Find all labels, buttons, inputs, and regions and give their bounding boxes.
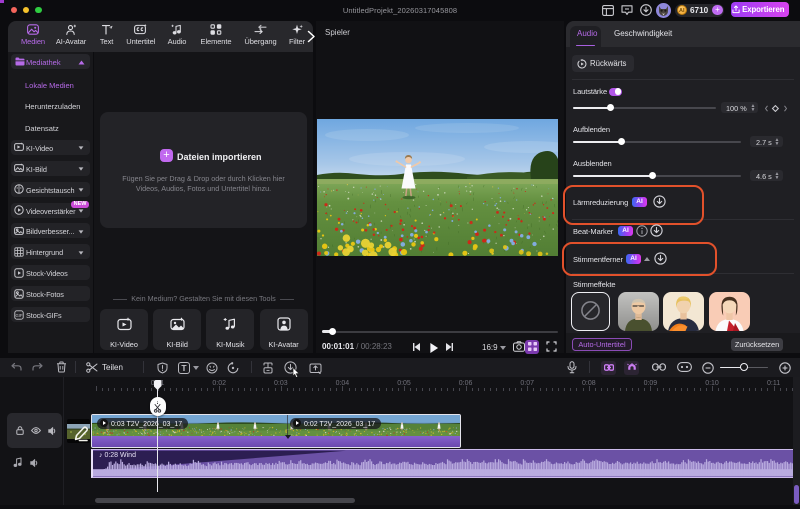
svg-text:GIF: GIF [16,313,23,318]
